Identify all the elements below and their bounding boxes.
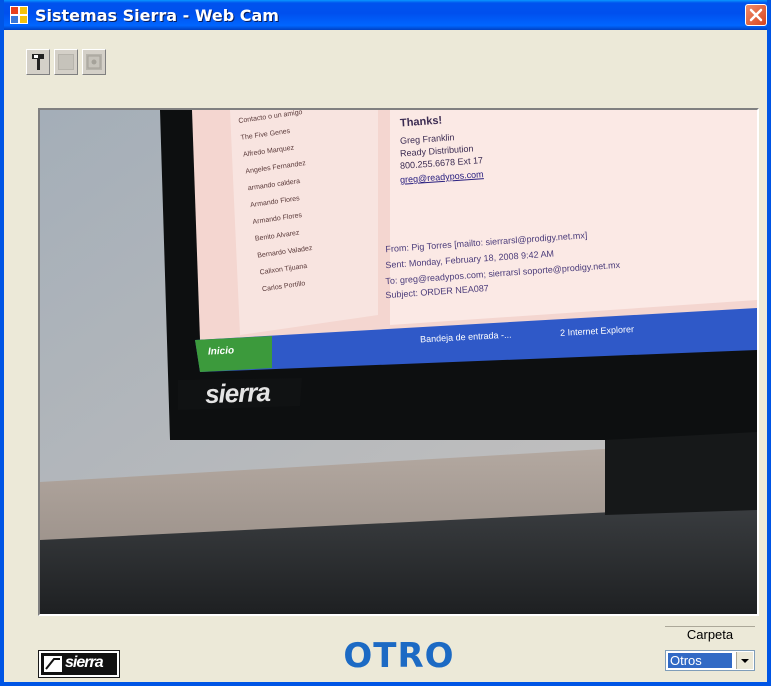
webcam-view: From: Pig Torres [mailto: sierrarsl@prod… <box>38 108 759 616</box>
window-title: Sistemas Sierra - Web Cam <box>35 6 279 25</box>
folder-select-value: Otros <box>668 653 732 668</box>
app-icon <box>10 6 28 24</box>
folder-select[interactable]: Otros <box>665 650 755 671</box>
settings-button[interactable] <box>26 49 50 75</box>
close-button[interactable] <box>745 4 767 26</box>
app-window: Sistemas Sierra - Web Cam From: Pig Torr… <box>0 0 771 686</box>
status-label: OTRO <box>343 636 455 676</box>
folder-group: Carpeta Otros <box>665 626 755 678</box>
monitor-brand-label: sierra <box>204 376 271 410</box>
image-icon <box>86 54 102 70</box>
capture-icon <box>58 54 74 70</box>
webcam-image <box>40 110 757 614</box>
screen-start-button: Inicio <box>207 345 235 358</box>
contact-list: Contacto o un amigo The Five Genes Alfre… <box>238 110 393 303</box>
capture-button[interactable] <box>54 49 78 75</box>
logo-text: sierra <box>65 654 104 671</box>
image-button[interactable] <box>82 49 106 75</box>
logo-mark-icon <box>44 656 62 672</box>
chevron-down-icon[interactable] <box>736 652 753 669</box>
sierra-logo: sierra <box>38 650 120 678</box>
hammer-icon <box>32 54 44 70</box>
folder-label: Carpeta <box>686 627 734 642</box>
title-bar[interactable]: Sistemas Sierra - Web Cam <box>4 0 767 30</box>
close-icon <box>749 8 763 22</box>
